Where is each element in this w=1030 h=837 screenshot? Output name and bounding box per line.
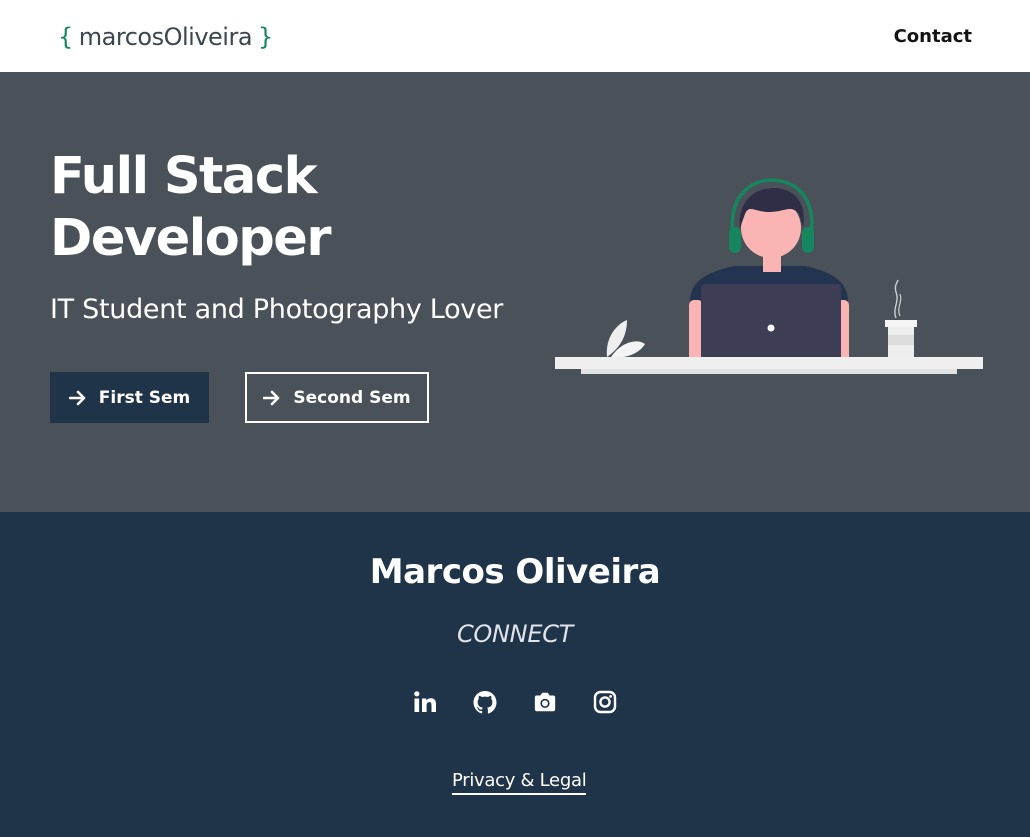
linkedin-icon[interactable] xyxy=(413,690,437,714)
github-icon[interactable] xyxy=(473,690,497,714)
logo-brace-open: { xyxy=(58,23,73,51)
social-links xyxy=(0,690,1030,714)
hero-section: Full Stack Developer IT Student and Phot… xyxy=(0,72,1030,512)
instagram-icon[interactable] xyxy=(593,690,617,714)
camera-icon[interactable] xyxy=(533,690,557,714)
footer-name: Marcos Oliveira xyxy=(369,552,661,592)
hero-title: Full Stack Developer xyxy=(50,147,332,268)
footer: Marcos Oliveira CONNECT Privacy & Legal xyxy=(0,512,1030,837)
developer-at-laptop-illustration xyxy=(555,178,983,374)
site-logo[interactable]: {marcosOliveira} xyxy=(58,22,273,52)
connect-label: CONNECT xyxy=(456,620,574,648)
nav-contact-link[interactable]: Contact xyxy=(894,26,972,47)
hero-subtitle: IT Student and Photography Lover xyxy=(50,294,504,325)
logo-text: marcosOliveira xyxy=(78,23,253,51)
arrow-right-icon xyxy=(68,390,87,406)
first-sem-label: First Sem xyxy=(98,387,191,408)
privacy-legal-link[interactable]: Privacy & Legal xyxy=(452,770,587,795)
navbar: {marcosOliveira} Contact xyxy=(0,0,1030,72)
first-sem-button[interactable]: First Sem xyxy=(50,372,209,423)
arrow-right-icon xyxy=(263,390,281,406)
second-sem-label: Second Sem xyxy=(293,387,411,408)
logo-brace-close: } xyxy=(258,23,273,51)
second-sem-button[interactable]: Second Sem xyxy=(245,372,429,423)
